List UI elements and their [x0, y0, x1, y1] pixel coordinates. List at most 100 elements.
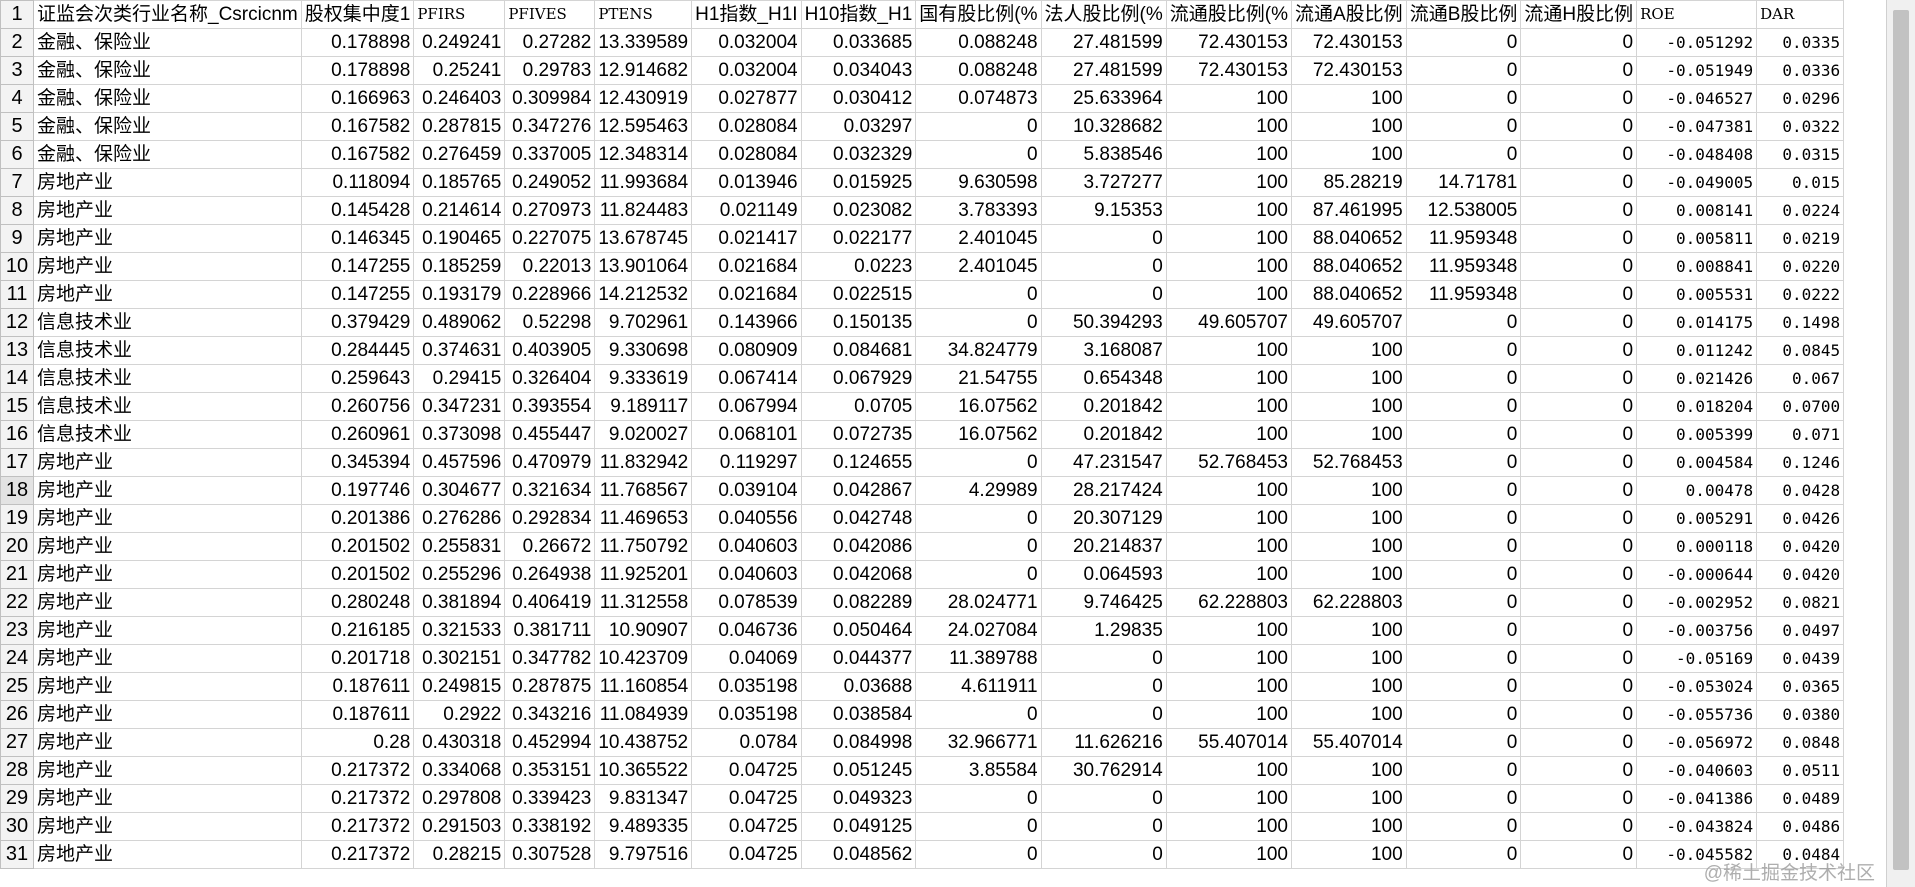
value-cell[interactable]: 0	[1520, 700, 1638, 729]
value-cell[interactable]: 0.0296	[1756, 84, 1845, 113]
value-cell[interactable]: 0	[1405, 728, 1522, 757]
column-header[interactable]: ROE	[1636, 0, 1758, 29]
industry-cell[interactable]: 金融、保险业	[33, 28, 302, 57]
value-cell[interactable]: 0.381711	[504, 616, 596, 645]
row-number[interactable]: 18	[0, 476, 34, 505]
value-cell[interactable]: 0.260961	[300, 420, 415, 449]
industry-cell[interactable]: 房地产业	[33, 784, 302, 813]
value-cell[interactable]: 0.201502	[300, 532, 415, 561]
industry-cell[interactable]: 信息技术业	[33, 392, 302, 421]
value-cell[interactable]: 0.201386	[300, 504, 415, 533]
value-cell[interactable]: 0.0439	[1756, 644, 1845, 673]
value-cell[interactable]: 28.024771	[915, 588, 1042, 617]
value-cell[interactable]: 0.038584	[800, 700, 917, 729]
value-cell[interactable]: 0.270973	[504, 196, 596, 225]
value-cell[interactable]: 0	[1520, 644, 1638, 673]
value-cell[interactable]: 0.147255	[300, 280, 415, 309]
value-cell[interactable]: 11.824483	[594, 196, 693, 225]
row-number[interactable]: 6	[0, 140, 34, 169]
row-number[interactable]: 2	[0, 28, 34, 57]
value-cell[interactable]: 11.389788	[915, 644, 1042, 673]
value-cell[interactable]: 0	[1520, 504, 1638, 533]
value-cell[interactable]: 0.040556	[691, 504, 802, 533]
industry-cell[interactable]: 房地产业	[33, 504, 302, 533]
value-cell[interactable]: 0.048562	[800, 840, 917, 869]
value-cell[interactable]: 4.29989	[915, 476, 1042, 505]
value-cell[interactable]: 3.783393	[915, 196, 1042, 225]
value-cell[interactable]: 0.27282	[504, 28, 596, 57]
value-cell[interactable]: 100	[1291, 84, 1407, 113]
value-cell[interactable]: 0.201842	[1040, 420, 1167, 449]
value-cell[interactable]: 55.407014	[1291, 728, 1407, 757]
industry-cell[interactable]: 金融、保险业	[33, 140, 302, 169]
value-cell[interactable]: 0.147255	[300, 252, 415, 281]
value-cell[interactable]: 13.339589	[594, 28, 693, 57]
value-cell[interactable]: 0.321533	[413, 616, 506, 645]
value-cell[interactable]: 0	[1520, 336, 1638, 365]
row-number[interactable]: 19	[0, 504, 34, 533]
value-cell[interactable]: -0.002952	[1636, 588, 1758, 617]
value-cell[interactable]: 0.033685	[800, 28, 917, 57]
value-cell[interactable]: 0.0700	[1756, 392, 1845, 421]
value-cell[interactable]: 0.167582	[300, 140, 415, 169]
value-cell[interactable]: 0.0223	[800, 252, 917, 281]
value-cell[interactable]: 0	[1520, 308, 1638, 337]
value-cell[interactable]: 10.90907	[594, 616, 693, 645]
industry-cell[interactable]: 房地产业	[33, 532, 302, 561]
row-number[interactable]: 9	[0, 224, 34, 253]
value-cell[interactable]: 0	[1040, 224, 1167, 253]
value-cell[interactable]: 100	[1291, 616, 1407, 645]
value-cell[interactable]: 72.430153	[1291, 28, 1407, 57]
value-cell[interactable]: 11.768567	[594, 476, 693, 505]
value-cell[interactable]: 16.07562	[915, 392, 1042, 421]
value-cell[interactable]: 0.217372	[300, 784, 415, 813]
value-cell[interactable]: 0.000118	[1636, 532, 1758, 561]
value-cell[interactable]: 9.797516	[594, 840, 693, 869]
value-cell[interactable]: 0.067414	[691, 364, 802, 393]
value-cell[interactable]: 0.52298	[504, 308, 596, 337]
value-cell[interactable]: 0	[1040, 700, 1167, 729]
value-cell[interactable]: 0	[915, 140, 1042, 169]
value-cell[interactable]: 9.189117	[594, 392, 693, 421]
value-cell[interactable]: 100	[1165, 756, 1293, 785]
value-cell[interactable]: 0.1246	[1756, 448, 1845, 477]
value-cell[interactable]: 100	[1291, 476, 1407, 505]
value-cell[interactable]: 0.0821	[1756, 588, 1845, 617]
value-cell[interactable]: 1.29835	[1040, 616, 1167, 645]
value-cell[interactable]: 0.185259	[413, 252, 506, 281]
value-cell[interactable]: 9.702961	[594, 308, 693, 337]
value-cell[interactable]: 0.04725	[691, 756, 802, 785]
value-cell[interactable]: 0	[915, 504, 1042, 533]
value-cell[interactable]: 0	[1520, 112, 1638, 141]
value-cell[interactable]: 0.2922	[413, 700, 506, 729]
value-cell[interactable]: 10.365522	[594, 756, 693, 785]
value-cell[interactable]: 0.321634	[504, 476, 596, 505]
value-cell[interactable]: -0.056972	[1636, 728, 1758, 757]
value-cell[interactable]: 0.178898	[300, 56, 415, 85]
value-cell[interactable]: 0.034043	[800, 56, 917, 85]
value-cell[interactable]: 0.004584	[1636, 448, 1758, 477]
value-cell[interactable]: 0.227075	[504, 224, 596, 253]
vertical-scrollbar[interactable]	[1886, 0, 1915, 887]
value-cell[interactable]: 9.746425	[1040, 588, 1167, 617]
row-number[interactable]: 17	[0, 448, 34, 477]
value-cell[interactable]: 0.015925	[800, 168, 917, 197]
value-cell[interactable]: 24.027084	[915, 616, 1042, 645]
value-cell[interactable]: 0.0222	[1756, 280, 1845, 309]
value-cell[interactable]: 0.264938	[504, 560, 596, 589]
value-cell[interactable]: 0.04069	[691, 644, 802, 673]
value-cell[interactable]: 100	[1291, 140, 1407, 169]
value-cell[interactable]: 100	[1165, 364, 1293, 393]
value-cell[interactable]: 0.457596	[413, 448, 506, 477]
industry-cell[interactable]: 房地产业	[33, 840, 302, 869]
value-cell[interactable]: 0.049125	[800, 812, 917, 841]
industry-cell[interactable]: 房地产业	[33, 280, 302, 309]
value-cell[interactable]: 0.337005	[504, 140, 596, 169]
value-cell[interactable]: 100	[1165, 532, 1293, 561]
industry-cell[interactable]: 房地产业	[33, 728, 302, 757]
value-cell[interactable]: 11.312558	[594, 588, 693, 617]
value-cell[interactable]: 0.035198	[691, 672, 802, 701]
industry-cell[interactable]: 房地产业	[33, 756, 302, 785]
row-number[interactable]: 25	[0, 672, 34, 701]
value-cell[interactable]: 0	[1520, 840, 1638, 869]
